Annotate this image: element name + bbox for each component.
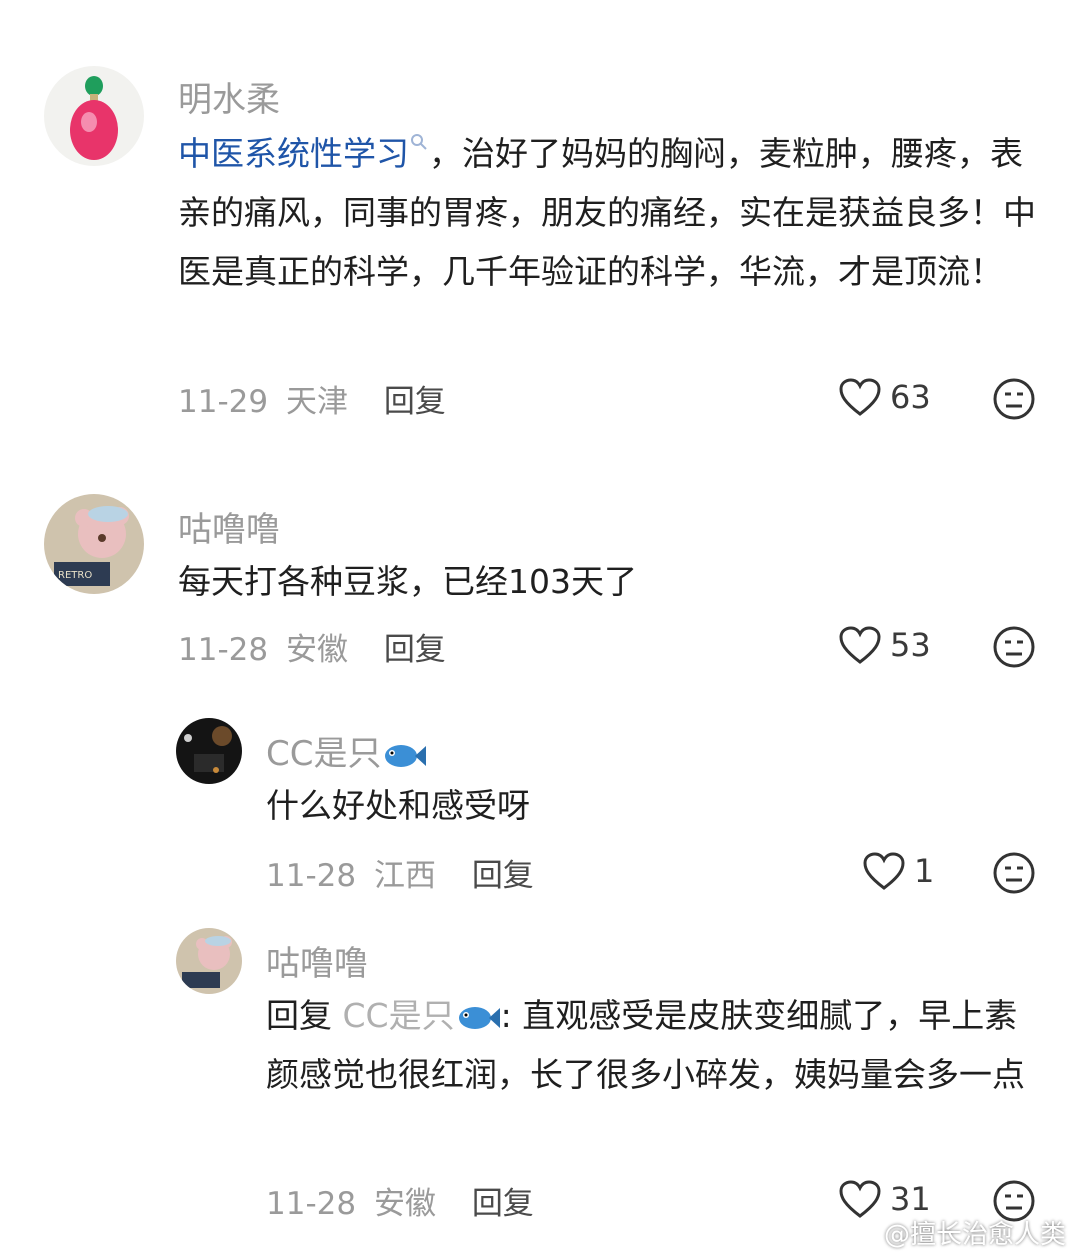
like-count: 53 [890, 626, 931, 664]
comment-meta: 11-28 安徽 回复 [266, 1178, 534, 1223]
like-count: 1 [914, 852, 935, 890]
heart-outline-icon [839, 378, 881, 416]
avatar[interactable]: RETRO [44, 494, 144, 594]
fish-icon [385, 744, 427, 767]
reply-button[interactable]: 回复 [472, 858, 534, 894]
avatar[interactable] [44, 66, 144, 166]
neutral-face-icon [993, 378, 1035, 420]
comment-date: 11-28 [266, 1186, 357, 1222]
heart-outline-icon [839, 626, 881, 664]
comment-text: 中医系统性学习 ，治好了妈妈的胸闷，麦粒肿，腰疼，表亲的痛风，同事的胃疼，朋友的痛… [178, 124, 1038, 301]
comment-item: 明水柔 中医系统性学习 ，治好了妈妈的胸闷，麦粒肿，腰疼，表亲的痛风，同事的胃疼，… [0, 0, 1080, 440]
comment-date: 11-28 [266, 858, 357, 894]
comment-meta: 11-28 江西 回复 [266, 850, 534, 895]
comment-text: 什么好处和感受呀 [266, 786, 530, 825]
comment-text: 回复 CC是只: 直观感受是皮肤变细腻了，早上素颜感觉也很红润，长了很多小碎发，… [266, 986, 1036, 1104]
comment-location: 天津 [285, 384, 348, 420]
comment-location: 江西 [373, 858, 436, 894]
comment-meta: 11-28 安徽 回复 [178, 624, 446, 669]
reply-item: CC是只 什么好处和感受呀 11-28 江西 回复 1 [0, 710, 1080, 910]
heart-outline-icon [863, 852, 905, 890]
dislike-button[interactable] [992, 851, 1036, 895]
username[interactable]: 咕噜噜 [178, 502, 280, 551]
username[interactable]: 咕噜噜 [266, 936, 368, 985]
reply-prefix: 回复 [266, 996, 332, 1035]
like-button[interactable]: 63 [838, 377, 931, 417]
like-count: 63 [890, 378, 931, 416]
like-count: 31 [890, 1180, 931, 1218]
reply-item: 咕噜噜 回复 CC是只: 直观感受是皮肤变细腻了，早上素颜感觉也很红润，长了很多… [0, 920, 1080, 1257]
comment-location: 安徽 [285, 632, 348, 668]
reply-button[interactable]: 回复 [384, 384, 446, 420]
username[interactable]: CC是只 [266, 726, 427, 775]
watermark: @擅长治愈人类 [883, 1220, 1066, 1250]
comment-text: 每天打各种豆浆，已经103天了 [178, 562, 637, 601]
like-button[interactable]: 1 [862, 851, 934, 891]
like-button[interactable]: 31 [838, 1179, 931, 1219]
comment-date: 11-29 [178, 384, 269, 420]
comment-meta: 11-29 天津 回复 [178, 376, 446, 421]
heart-outline-icon [839, 1180, 881, 1218]
comment-date: 11-28 [178, 632, 269, 668]
username[interactable]: 明水柔 [178, 72, 280, 121]
topic-link[interactable]: 中医系统性学习 [178, 134, 409, 173]
dislike-button[interactable] [992, 625, 1036, 669]
avatar[interactable] [176, 718, 242, 784]
neutral-face-icon [993, 626, 1035, 668]
dislike-button[interactable] [992, 377, 1036, 421]
mention-link[interactable]: CC是只 [343, 996, 501, 1035]
svg-text:RETRO: RETRO [58, 570, 92, 581]
avatar[interactable] [176, 928, 242, 994]
search-icon [411, 134, 427, 150]
reply-button[interactable]: 回复 [384, 632, 446, 668]
reply-button[interactable]: 回复 [472, 1186, 534, 1222]
comment-item: RETRO 咕噜噜 每天打各种豆浆，已经103天了 11-28 安徽 回复 53 [0, 480, 1080, 700]
neutral-face-icon [993, 852, 1035, 894]
comment-location: 安徽 [373, 1186, 436, 1222]
fish-icon [458, 1006, 500, 1029]
like-button[interactable]: 53 [838, 625, 931, 665]
